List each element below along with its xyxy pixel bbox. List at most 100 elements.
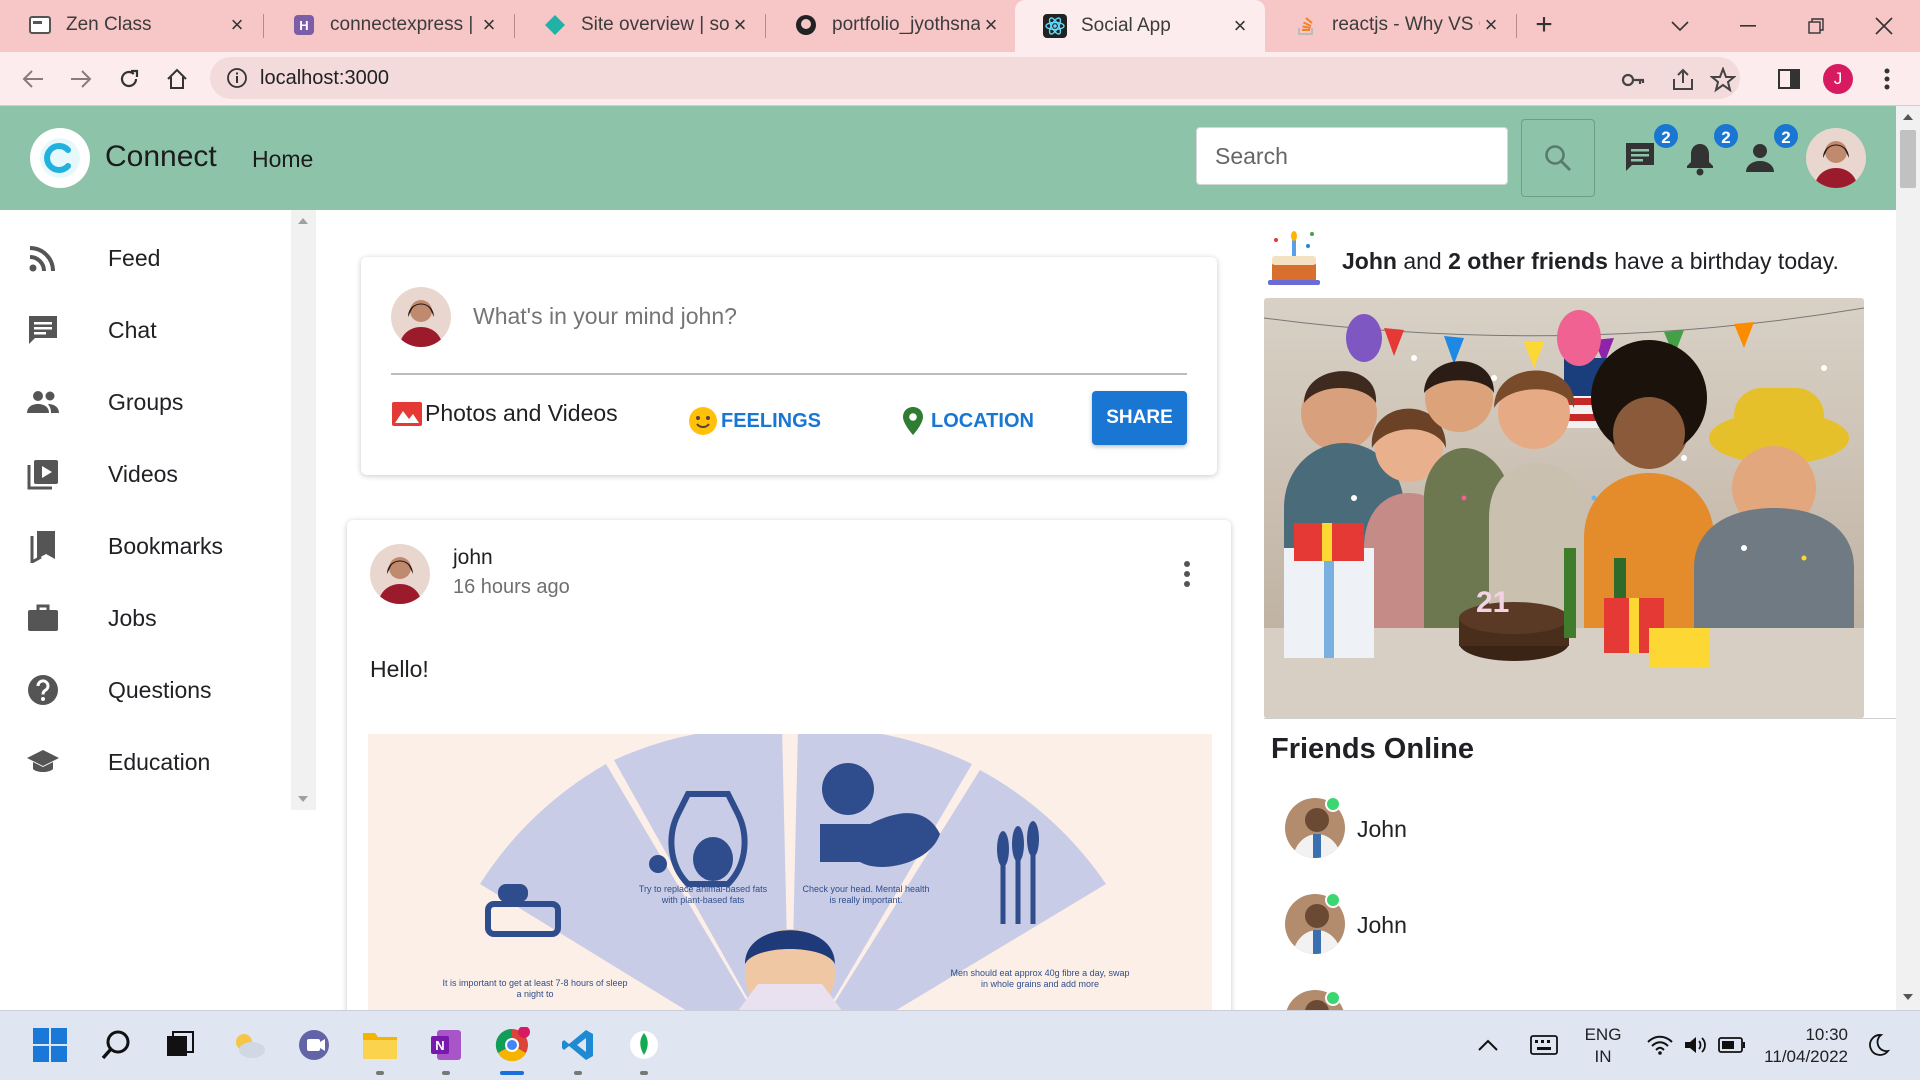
post-image-caption: It is important to get at least 7-8 hour… xyxy=(442,978,628,999)
browser-menu-icon[interactable] xyxy=(1870,62,1904,96)
more-vert-icon[interactable] xyxy=(1177,554,1197,594)
sidebar-item-jobs[interactable]: Jobs xyxy=(0,588,290,648)
close-tab-icon[interactable]: × xyxy=(729,14,751,36)
profile-avatar[interactable]: J xyxy=(1821,62,1855,96)
friend-online-item-partial[interactable] xyxy=(1285,990,1585,1010)
post-timestamp: 16 hours ago xyxy=(453,576,570,598)
browser-tab-stackoverflow[interactable]: reactjs - Why VS Co × xyxy=(1266,0,1516,50)
sidebar-item-feed[interactable]: Feed xyxy=(0,228,290,288)
onenote-icon[interactable]: N xyxy=(426,1025,466,1075)
clock-date: 11/04/2022 xyxy=(1764,1047,1848,1066)
browser-tab-github[interactable]: portfolio_jyothsna/ × xyxy=(766,0,1016,50)
connect-logo-icon[interactable] xyxy=(30,128,90,188)
sidebar-item-bookmarks[interactable]: Bookmarks xyxy=(0,516,290,576)
friend-online-item[interactable]: John xyxy=(1285,892,1585,956)
post-author-avatar[interactable] xyxy=(370,544,430,604)
site-info-icon[interactable] xyxy=(226,67,248,89)
clock[interactable]: 10:30 11/04/2022 xyxy=(1756,1024,1848,1068)
scroll-up-arrow-icon[interactable] xyxy=(298,218,308,224)
messages-button[interactable]: 2 xyxy=(1622,122,1680,176)
home-icon[interactable] xyxy=(160,62,194,96)
browser-tab-netlify[interactable]: Site overview | soci × xyxy=(515,0,765,50)
running-indicator xyxy=(442,1071,450,1075)
scroll-up-arrow-icon[interactable] xyxy=(1903,114,1913,120)
birthday-text: John and 2 other friends have a birthday… xyxy=(1342,248,1839,275)
taskbar-search-icon[interactable] xyxy=(96,1025,136,1065)
new-tab-button[interactable]: + xyxy=(1528,10,1560,42)
forward-arrow-icon[interactable] xyxy=(64,62,98,96)
share-page-icon[interactable] xyxy=(1670,67,1696,93)
back-arrow-icon[interactable] xyxy=(16,62,50,96)
emoji-icon xyxy=(689,407,717,435)
chat-icon xyxy=(29,316,57,344)
friend-requests-button[interactable]: 2 xyxy=(1742,122,1800,176)
close-tab-icon[interactable]: × xyxy=(1480,14,1502,36)
location-label: LOCATION xyxy=(931,409,1034,432)
user-avatar[interactable] xyxy=(1806,128,1866,188)
sidebar-item-label: Jobs xyxy=(108,604,157,631)
active-indicator xyxy=(500,1071,524,1075)
person-icon xyxy=(1746,144,1774,172)
search-button[interactable] xyxy=(1521,119,1595,197)
teams-chat-icon[interactable] xyxy=(294,1025,334,1065)
sidebar-item-chat[interactable]: Chat xyxy=(0,300,290,360)
scroll-down-arrow-icon[interactable] xyxy=(298,796,308,802)
tab-search-chevron-icon[interactable] xyxy=(1664,10,1696,42)
minimize-window-icon[interactable] xyxy=(1732,10,1764,42)
browser-tab-social-app[interactable]: Social App × xyxy=(1015,0,1265,52)
work-icon xyxy=(28,604,58,631)
volume-icon[interactable] xyxy=(1676,1025,1716,1065)
vscode-icon[interactable] xyxy=(558,1025,598,1075)
browser-tab-heroku[interactable]: H connectexpress | He × xyxy=(264,0,514,50)
close-tab-icon[interactable]: × xyxy=(226,14,248,36)
browser-tab-zen-class[interactable]: Zen Class × xyxy=(0,0,262,50)
chrome-icon[interactable] xyxy=(492,1025,532,1075)
post-author-name[interactable]: john xyxy=(453,546,493,570)
close-tab-icon[interactable]: × xyxy=(478,14,500,36)
scroll-down-arrow-icon[interactable] xyxy=(1903,994,1913,1000)
notifications-button[interactable]: 2 xyxy=(1682,122,1740,176)
photos-videos-option[interactable]: Photos and Videos xyxy=(391,397,618,429)
reload-icon[interactable] xyxy=(112,62,146,96)
post-image[interactable]: Try to replace animal-based fats with pl… xyxy=(368,734,1212,1020)
weather-widget-icon[interactable] xyxy=(228,1025,268,1065)
scrollbar-thumb[interactable] xyxy=(1900,130,1916,188)
brand-name[interactable]: Connect xyxy=(105,140,217,174)
sidebar-scrollbar[interactable] xyxy=(291,210,316,810)
location-option[interactable]: LOCATION xyxy=(897,405,1034,437)
touch-keyboard-icon[interactable] xyxy=(1524,1025,1564,1065)
sidebar-item-education[interactable]: Education xyxy=(0,732,290,792)
home-link[interactable]: Home xyxy=(252,146,313,173)
key-icon[interactable] xyxy=(1620,67,1646,93)
search-field[interactable] xyxy=(1196,127,1508,185)
page-scrollbar[interactable] xyxy=(1896,106,1920,1010)
friend-online-item[interactable]: John xyxy=(1285,796,1585,860)
show-hidden-icons-chevron-icon[interactable] xyxy=(1468,1025,1508,1065)
restore-window-icon[interactable] xyxy=(1800,10,1832,42)
task-view-icon[interactable] xyxy=(160,1025,200,1065)
language-indicator[interactable]: ENG IN xyxy=(1578,1024,1628,1068)
sidebar-item-questions[interactable]: Questions xyxy=(0,660,290,720)
feelings-option[interactable]: FEELINGS xyxy=(687,405,821,437)
search-icon xyxy=(1545,145,1571,171)
address-bar[interactable]: localhost:3000 xyxy=(210,57,1740,99)
battery-icon[interactable] xyxy=(1712,1025,1752,1065)
sidebar-item-groups[interactable]: Groups xyxy=(0,372,290,432)
sidebar-item-videos[interactable]: Videos xyxy=(0,444,290,504)
file-explorer-icon[interactable] xyxy=(360,1025,400,1075)
close-tab-icon[interactable]: × xyxy=(980,14,1002,36)
browser-toolbar: localhost:3000 J xyxy=(0,52,1920,106)
post-input[interactable]: What's in your mind john? xyxy=(473,303,737,330)
wifi-icon[interactable] xyxy=(1640,1025,1680,1065)
bookmark-star-icon[interactable] xyxy=(1710,67,1736,93)
side-panel-icon[interactable] xyxy=(1772,62,1806,96)
close-window-icon[interactable] xyxy=(1868,10,1900,42)
messages-badge: 2 xyxy=(1652,122,1680,150)
mongodb-compass-icon[interactable] xyxy=(624,1025,664,1075)
windows-start-icon[interactable] xyxy=(30,1025,70,1065)
focus-assist-moon-icon[interactable] xyxy=(1858,1025,1898,1065)
search-input[interactable] xyxy=(1197,128,1507,184)
close-tab-icon[interactable]: × xyxy=(1229,15,1251,37)
running-indicator xyxy=(376,1071,384,1075)
share-button[interactable]: SHARE xyxy=(1092,391,1187,445)
